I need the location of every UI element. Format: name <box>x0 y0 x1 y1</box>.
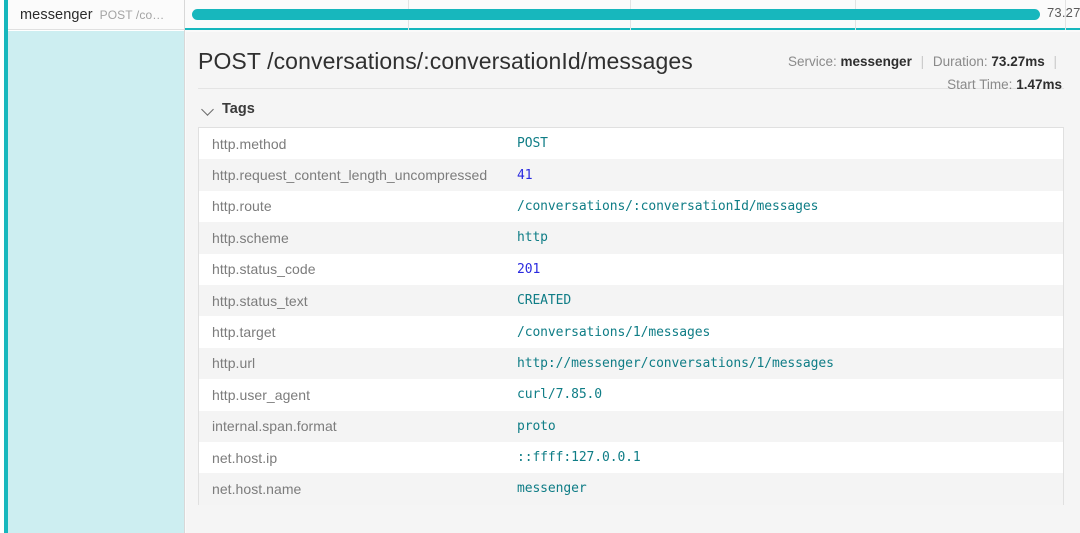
start-time-value: 1.47ms <box>1016 77 1062 92</box>
tag-value: messenger <box>517 481 1063 496</box>
span-title: POST /conversations/:conversationId/mess… <box>198 46 758 76</box>
table-row[interactable]: net.host.namemessenger <box>199 473 1063 504</box>
tag-value: /conversations/1/messages <box>517 325 1063 340</box>
tag-value: 41 <box>517 168 1063 183</box>
tags-table: http.methodPOSThttp.request_content_leng… <box>198 127 1064 505</box>
tag-value: /conversations/:conversationId/messages <box>517 199 1063 214</box>
tag-value: POST <box>517 136 1063 151</box>
span-service-name: messenger <box>20 7 93 23</box>
tag-value: http://messenger/conversations/1/message… <box>517 356 1063 371</box>
tag-key: http.request_content_length_uncompressed <box>199 167 517 183</box>
table-row[interactable]: http.schemehttp <box>199 222 1063 253</box>
span-duration-label: 73.27 <box>1047 5 1080 20</box>
chevron-down-icon <box>202 103 214 115</box>
table-row[interactable]: http.route/conversations/:conversationId… <box>199 191 1063 222</box>
tag-key: http.target <box>199 324 517 340</box>
tag-key: http.status_text <box>199 293 517 309</box>
meta-separator: | <box>1048 54 1062 69</box>
tag-key: http.user_agent <box>199 387 517 403</box>
tag-key: net.host.name <box>199 481 517 497</box>
tag-key: http.method <box>199 136 517 152</box>
tag-value: proto <box>517 419 1063 434</box>
tag-key: http.route <box>199 198 517 214</box>
table-row[interactable]: http.methodPOST <box>199 128 1063 159</box>
tag-key: http.scheme <box>199 230 517 246</box>
tag-key: http.url <box>199 355 517 371</box>
table-row[interactable]: net.host.ip::ffff:127.0.0.1 <box>199 442 1063 473</box>
span-duration-bar[interactable] <box>192 9 1040 20</box>
duration-label: Duration: <box>933 54 988 69</box>
tag-value: curl/7.85.0 <box>517 387 1063 402</box>
tag-value: CREATED <box>517 293 1063 308</box>
tag-value: 201 <box>517 262 1063 277</box>
span-meta: Service: messenger | Duration: 73.27ms |… <box>788 50 1062 96</box>
span-operation-name: POST /co… <box>100 8 165 22</box>
span-detail-header: POST /conversations/:conversationId/mess… <box>198 32 1064 89</box>
service-label: Service: <box>788 54 837 69</box>
timeline-header[interactable]: 73.27 <box>185 0 1080 30</box>
tag-key: http.status_code <box>199 261 517 277</box>
table-row[interactable]: http.status_code201 <box>199 254 1063 285</box>
tag-value: ::ffff:127.0.0.1 <box>517 450 1063 465</box>
table-row[interactable]: http.target/conversations/1/messages <box>199 316 1063 347</box>
tag-key: internal.span.format <box>199 418 517 434</box>
span-rail-body <box>8 31 184 533</box>
start-time-label: Start Time: <box>947 77 1012 92</box>
tags-section-title: Tags <box>222 101 255 117</box>
span-detail-panel: POST /conversations/:conversationId/mess… <box>186 32 1080 533</box>
tag-key: net.host.ip <box>199 450 517 466</box>
table-row[interactable]: http.request_content_length_uncompressed… <box>199 159 1063 190</box>
span-rail: messenger POST /co… <box>0 0 185 533</box>
meta-separator: | <box>916 54 930 69</box>
table-row[interactable]: http.user_agentcurl/7.85.0 <box>199 379 1063 410</box>
trace-span-detail-view: messenger POST /co… 73.27 POST /conversa… <box>0 0 1080 533</box>
table-row[interactable]: http.urlhttp://messenger/conversations/1… <box>199 348 1063 379</box>
span-row-header[interactable]: messenger POST /co… <box>8 0 184 30</box>
duration-value: 73.27ms <box>991 54 1044 69</box>
tag-value: http <box>517 230 1063 245</box>
table-row[interactable]: http.status_textCREATED <box>199 285 1063 316</box>
service-value: messenger <box>841 54 912 69</box>
table-row[interactable]: internal.span.formatproto <box>199 411 1063 442</box>
